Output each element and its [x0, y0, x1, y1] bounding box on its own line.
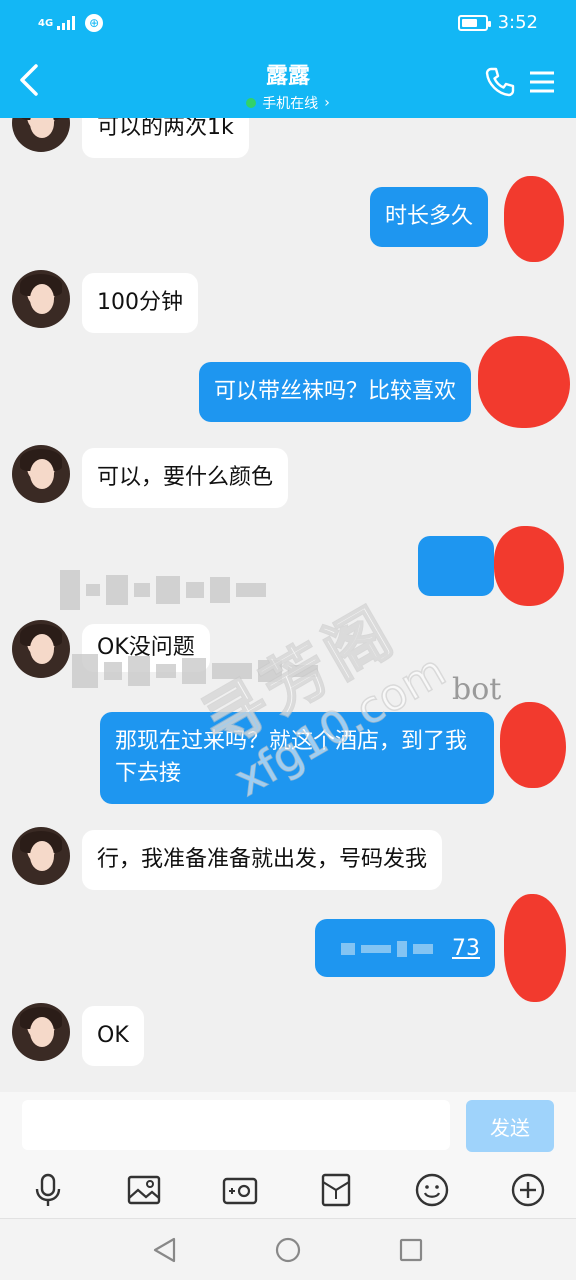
message-bubble-incoming[interactable]: 100分钟: [82, 273, 198, 333]
message-bubble-outgoing[interactable]: [418, 536, 494, 596]
nav-back-button[interactable]: [150, 1235, 180, 1265]
status-right: 3:52: [457, 12, 538, 33]
input-bar: 发送: [0, 1092, 576, 1162]
redaction-mark: [478, 336, 570, 428]
status-bar: 4G ⊕ 3:52: [0, 0, 576, 50]
battery-icon: [457, 14, 491, 31]
message-bubble-outgoing[interactable]: 时长多久: [370, 187, 489, 247]
input-toolbar: [0, 1162, 576, 1218]
message-list[interactable]: 可以的两次1k 时长多久 100分钟 可以带丝袜吗？比较喜欢 可以，要什么颜色 …: [0, 118, 576, 1092]
watermark-extra: bot: [452, 672, 502, 707]
message-bubble-incoming[interactable]: 行，我准备准备就出发，号码发我: [82, 830, 443, 890]
blurred-number: [341, 941, 433, 957]
plus-icon: [511, 1173, 545, 1207]
clock: 3:52: [497, 12, 538, 33]
nav-recent-button[interactable]: [396, 1235, 426, 1265]
chat-header: 4G ⊕ 3:52 露露 手机在线 ›: [0, 0, 576, 118]
redaction-mark: [504, 176, 564, 262]
online-status[interactable]: 手机在线 ›: [246, 93, 330, 113]
red-packet-icon: [321, 1173, 351, 1207]
globe-icon: ⊕: [85, 14, 104, 32]
voice-call-button[interactable]: [484, 66, 516, 98]
more-button[interactable]: [510, 1172, 546, 1208]
nav-recent-icon: [399, 1238, 423, 1262]
redaction-mark: [494, 526, 564, 606]
microphone-icon: [35, 1173, 61, 1206]
message-bubble-outgoing[interactable]: 73: [315, 919, 495, 977]
voice-button[interactable]: [30, 1172, 66, 1208]
camera-icon: [222, 1177, 258, 1205]
message-bubble-incoming[interactable]: 可以的两次1k: [82, 118, 249, 158]
blurred-notice: [60, 570, 266, 610]
nav-back-icon: [153, 1237, 176, 1263]
red-packet-button[interactable]: [318, 1172, 354, 1208]
chat-menu-button[interactable]: [528, 70, 556, 94]
signal-icon: [57, 16, 76, 30]
menu-icon: [530, 71, 554, 93]
camera-button[interactable]: [222, 1172, 258, 1208]
network-type: 4G: [38, 17, 54, 29]
message-input[interactable]: [22, 1100, 450, 1150]
network-indicator: 4G ⊕: [38, 14, 104, 32]
photo-button[interactable]: [126, 1172, 162, 1208]
blurred-notice: [72, 654, 318, 688]
emoji-icon: [415, 1173, 449, 1207]
phone-number-tail: 73: [452, 936, 480, 961]
redaction-mark: [500, 702, 566, 788]
contact-avatar[interactable]: [12, 1003, 70, 1061]
message-bubble-incoming[interactable]: OK: [82, 1006, 144, 1066]
message-bubble-outgoing[interactable]: 那现在过来吗？就这个酒店，到了我下去接: [100, 712, 494, 804]
phone-icon: [485, 67, 515, 97]
contact-avatar[interactable]: [12, 620, 70, 678]
contact-avatar[interactable]: [12, 445, 70, 503]
image-icon: [127, 1175, 161, 1205]
contact-avatar[interactable]: [12, 270, 70, 328]
emoji-button[interactable]: [414, 1172, 450, 1208]
redaction-mark: [504, 894, 566, 1002]
system-nav-bar: [0, 1218, 576, 1280]
online-dot-icon: [246, 98, 257, 108]
message-bubble-outgoing[interactable]: 可以带丝袜吗？比较喜欢: [199, 362, 472, 422]
nav-home-icon: [275, 1237, 301, 1263]
chevron-right-icon: ›: [324, 95, 330, 111]
send-button[interactable]: 发送: [466, 1100, 554, 1152]
online-status-label: 手机在线: [262, 96, 319, 112]
contact-avatar[interactable]: [12, 118, 70, 152]
message-bubble-incoming[interactable]: 可以，要什么颜色: [82, 448, 289, 508]
nav-home-button[interactable]: [273, 1235, 303, 1265]
contact-avatar[interactable]: [12, 827, 70, 885]
